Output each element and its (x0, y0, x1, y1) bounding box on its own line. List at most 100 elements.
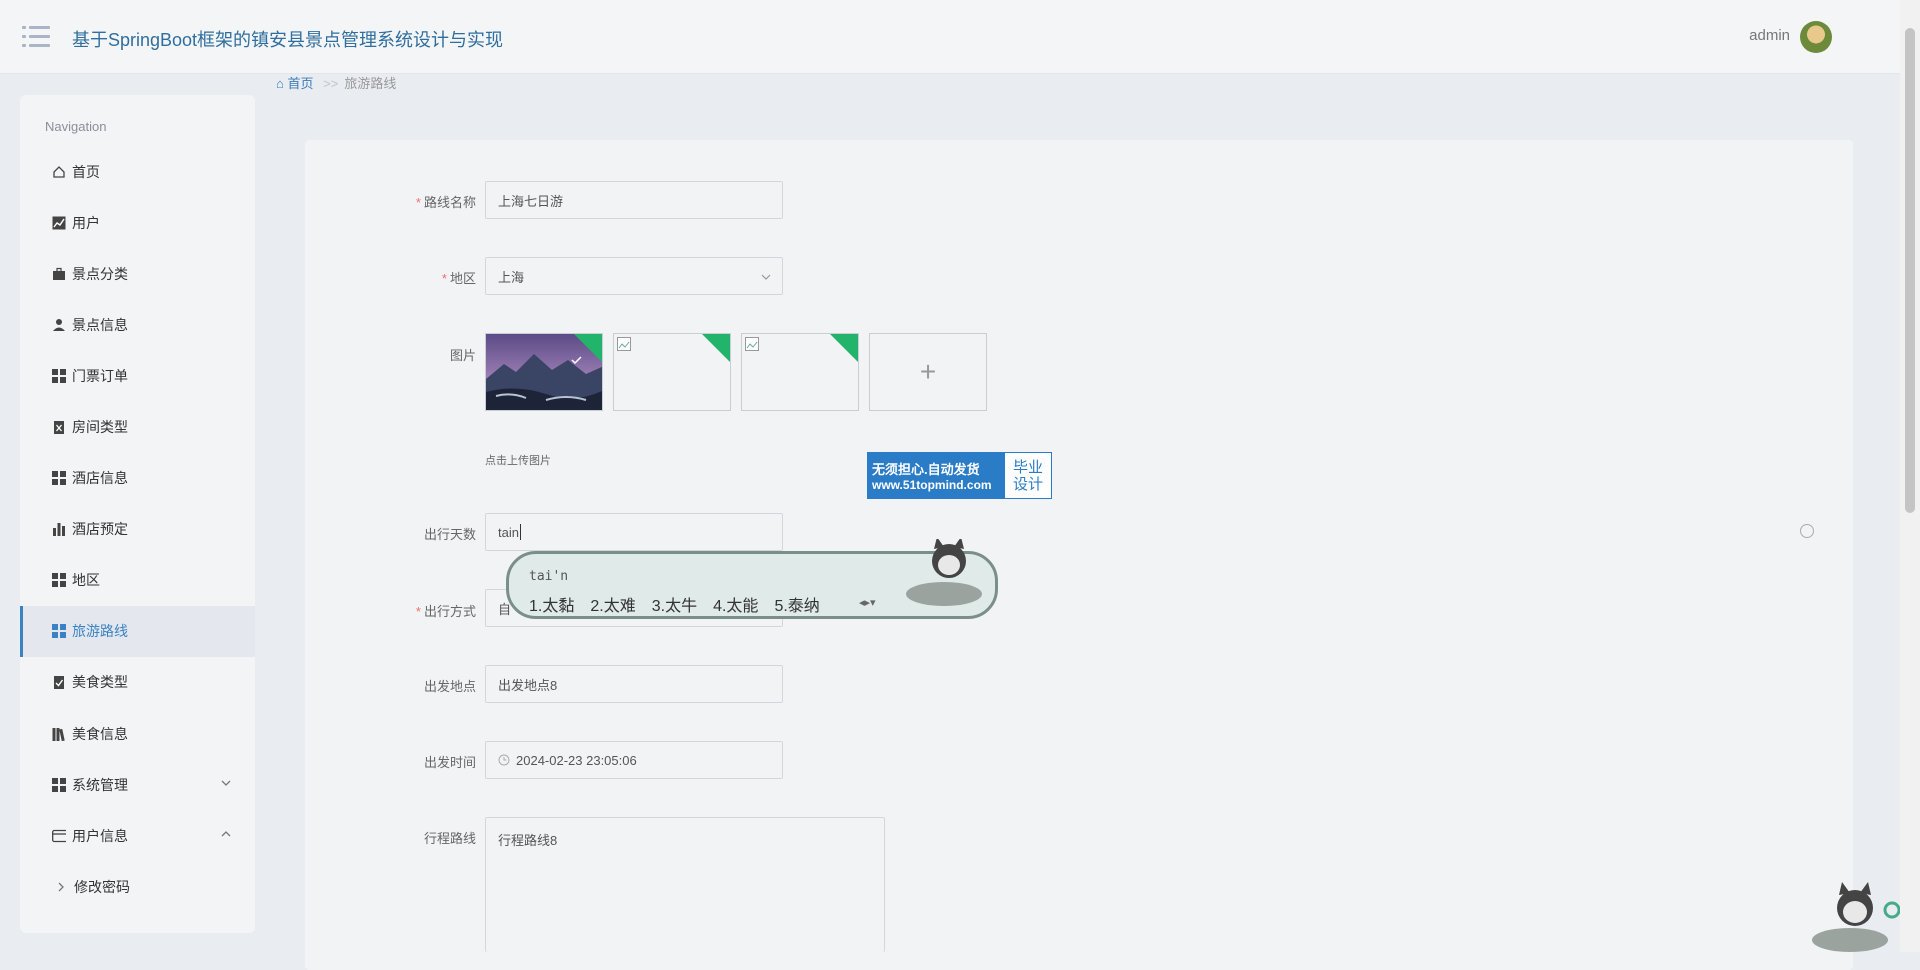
sidebar-item-hotel-info[interactable]: 酒店信息 (20, 453, 255, 504)
grid-icon (52, 573, 66, 588)
sidebar-item-travel-route[interactable]: 旅游路线 (20, 605, 255, 657)
grid-icon (52, 624, 66, 639)
bar-chart-icon (52, 522, 66, 537)
uploaded-image-thumbnail[interactable] (741, 333, 859, 411)
ime-candidate[interactable]: 5.泰纳 (774, 592, 819, 616)
menu-toggle-icon[interactable] (22, 26, 50, 48)
sidebar-item-label: 系统管理 (72, 776, 128, 793)
cat-mascot-icon (906, 539, 982, 606)
ad-right1: 毕业 (1012, 458, 1043, 476)
days-label: 出行天数 (423, 527, 476, 542)
sidebar-item-label: 景点信息 (72, 316, 128, 333)
sidebar-item-label: 美食类型 (72, 674, 128, 691)
ime-candidate[interactable]: 2.太难 (590, 592, 635, 616)
scrollbar-thumb[interactable] (1905, 28, 1915, 513)
ime-candidate[interactable]: 1.太黏 (529, 592, 574, 616)
upload-success-badge (830, 334, 858, 362)
sidebar-item-label: 酒店预定 (72, 521, 128, 538)
itinerary-label: 行程路线 (423, 831, 476, 846)
sidebar-item-region[interactable]: 地区 (20, 555, 255, 606)
clipboard-icon (52, 420, 66, 435)
clear-icon[interactable] (1800, 524, 1814, 538)
sidebar-item-system-management[interactable]: 系统管理 (20, 759, 255, 810)
grid-icon (52, 471, 66, 486)
check-icon (571, 356, 582, 364)
top-bar: 基于SpringBoot框架的镇安县景点管理系统设计与实现 admin (0, 0, 1900, 74)
chevron-up-icon (221, 831, 231, 837)
sidebar-item-label: 地区 (72, 572, 100, 589)
image-upload-button[interactable]: + (869, 333, 987, 411)
chevron-down-icon (221, 780, 231, 787)
ime-candidate[interactable]: 3.太牛 (652, 592, 697, 616)
ime-candidate-window: tai'n 1.太黏 2.太难 3.太牛 4.太能 5.泰纳 ◂▸▾ (506, 539, 998, 619)
region-select-value: 上海 (498, 269, 525, 285)
required-mark: * (441, 271, 447, 286)
sidebar-item-label: 门票订单 (72, 367, 128, 384)
route-name-input[interactable]: 上海七日游 (485, 181, 783, 219)
sidebar-item-label: 景点分类 (72, 265, 128, 282)
ime-pinyin: tai'n (529, 569, 569, 584)
avatar[interactable] (1800, 21, 1832, 53)
sidebar-item-change-password[interactable]: 修改密码 (20, 861, 255, 912)
sidebar-item-scenic-category[interactable]: 景点分类 (20, 248, 255, 299)
uploaded-image-thumbnail[interactable] (485, 333, 603, 411)
departure-time-value: 2024-02-23 23:05:06 (516, 752, 637, 768)
cat-mascot-icon (1812, 882, 1900, 952)
sidebar-item-ticket-orders[interactable]: 门票订单 (20, 350, 255, 401)
sidebar-item-label: 旅游路线 (72, 623, 128, 640)
region-select[interactable]: 上海 (485, 257, 783, 295)
ime-page-arrows-icon[interactable]: ◂▸▾ (859, 596, 876, 609)
books-icon (52, 727, 66, 741)
route-name-label: * 路线名称 (415, 195, 476, 210)
uploaded-image-thumbnail[interactable] (613, 333, 731, 411)
sidebar-item-hotel-booking[interactable]: 酒店预定 (20, 504, 255, 555)
required-mark: * (415, 195, 421, 210)
departure-time-picker[interactable]: 2024-02-23 23:05:06 (485, 741, 783, 779)
upload-success-badge (702, 334, 730, 362)
ime-candidate[interactable]: 4.太能 (713, 592, 758, 616)
departure-place-label: 出发地点 (423, 679, 476, 694)
sidebar-item-food-type[interactable]: 美食类型 (20, 657, 255, 708)
chevron-right-icon (54, 880, 68, 894)
sidebar-item-label: 房间类型 (72, 419, 128, 436)
days-input-value: tain (498, 524, 519, 540)
breadcrumb: ⌂ 首页 >> 旅游路线 (276, 73, 396, 92)
watermark-ad-banner: 无须担心.自动发货 www.51topmind.com 毕业 设计 (867, 452, 1052, 499)
region-label: * 地区 (441, 271, 476, 286)
grid-icon (52, 777, 66, 792)
breadcrumb-current: 旅游路线 (344, 76, 397, 91)
sidebar-item-label: 用户信息 (72, 827, 128, 844)
sidebar-item-label: 美食信息 (72, 725, 128, 742)
sidebar-item-users[interactable]: 用户 (20, 197, 255, 248)
broken-image-icon (617, 337, 631, 351)
app-title: 基于SpringBoot框架的镇安县景点管理系统设计与实现 (72, 30, 504, 50)
breadcrumb-separator: >> (323, 76, 339, 91)
travel-mode-label: * 出行方式 (415, 604, 476, 619)
required-mark: * (415, 604, 421, 619)
sidebar-item-label: 首页 (72, 163, 100, 180)
person-icon (52, 318, 66, 332)
user-name[interactable]: admin (1749, 27, 1790, 44)
ad-right2: 设计 (1012, 475, 1043, 493)
ad-url: www.51topmind.com (872, 478, 992, 492)
text-cursor (519, 524, 521, 540)
page-scrollbar[interactable] (1900, 0, 1920, 952)
itinerary-textarea[interactable]: 行程路线8 (485, 817, 885, 952)
broken-image-icon (745, 337, 759, 351)
chevron-down-icon (761, 274, 771, 280)
days-input[interactable]: tain (485, 513, 783, 551)
ad-line1: 无须担心.自动发货 (872, 462, 980, 477)
grid-icon (52, 368, 66, 383)
upload-hint: 点击上传图片 (485, 455, 551, 467)
card-icon (52, 829, 66, 843)
sidebar-item-room-type[interactable]: 房间类型 (20, 401, 255, 452)
sidebar-item-home[interactable]: 首页 (20, 146, 255, 197)
breadcrumb-home[interactable]: ⌂ 首页 (276, 76, 317, 91)
sidebar-item-food-info[interactable]: 美食信息 (20, 708, 255, 759)
chart-line-icon (52, 216, 66, 230)
clock-icon (498, 754, 510, 766)
sidebar-item-user-info[interactable]: 用户信息 (20, 810, 255, 861)
departure-place-input[interactable]: 出发地点8 (485, 665, 783, 703)
nav-title: Navigation (45, 119, 107, 134)
sidebar-item-scenic-info[interactable]: 景点信息 (20, 299, 255, 350)
